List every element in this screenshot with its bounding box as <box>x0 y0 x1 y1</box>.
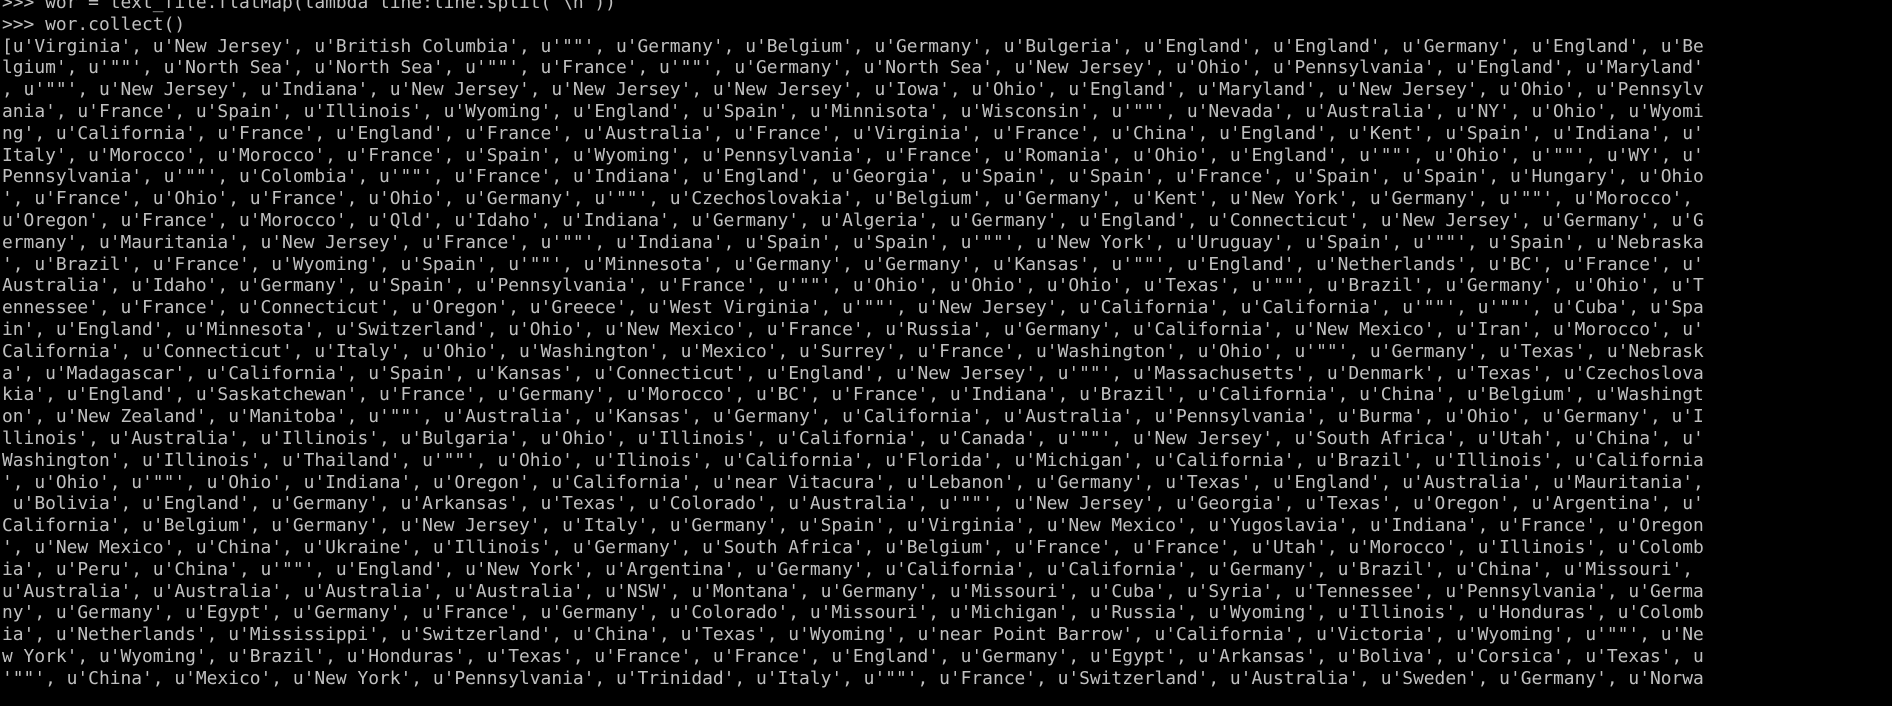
terminal-line: w York', u'Wyoming', u'Brazil', u'Hondur… <box>2 645 1704 667</box>
terminal-line: ', u'Ohio', u'""', u'Ohio', u'Indiana', … <box>2 471 1704 493</box>
terminal-line: California', u'Connecticut', u'Italy', u… <box>2 340 1704 362</box>
terminal-line: u'Oregon', u'France', u'Morocco', u'Qld'… <box>2 209 1704 231</box>
terminal-line: lgium', u'""', u'North Sea', u'North Sea… <box>2 57 1704 79</box>
terminal-line: a', u'Madagascar', u'California', u'Spai… <box>2 362 1704 384</box>
terminal-line: ng', u'California', u'France', u'England… <box>2 122 1704 144</box>
terminal-line: [u'Virginia', u'New Jersey', u'British C… <box>2 35 1704 57</box>
terminal-line: u'Australia', u'Australia', u'Australia'… <box>2 580 1704 602</box>
terminal-line: ny', u'Germany', u'Egypt', u'Germany', u… <box>2 602 1704 624</box>
terminal-line: ermany', u'Mauritania', u'New Jersey', u… <box>2 231 1704 253</box>
terminal-window[interactable]: >>> wor = text_file.flatMap(lambda line:… <box>0 0 1892 698</box>
terminal-line: '""', u'China', u'Mexico', u'New York', … <box>2 667 1704 689</box>
terminal-line: Australia', u'Idaho', u'Germany', u'Spai… <box>2 275 1704 297</box>
terminal-line: ', u'France', u'Ohio', u'France', u'Ohio… <box>2 188 1694 210</box>
terminal-line: ennessee', u'France', u'Connecticut', u'… <box>2 297 1704 319</box>
terminal-line: >>> wor = text_file.flatMap(lambda line:… <box>2 0 616 13</box>
terminal-line: ', u'Brazil', u'France', u'Wyoming', u'S… <box>2 253 1704 275</box>
terminal-line: Italy', u'Morocco', u'Morocco', u'France… <box>2 144 1704 166</box>
terminal-line: ia', u'Netherlands', u'Mississippi', u'S… <box>2 624 1704 646</box>
terminal-line: on', u'New Zealand', u'Manitoba', u'""',… <box>2 406 1704 428</box>
terminal-line: ia', u'Peru', u'China', u'""', u'England… <box>2 558 1694 580</box>
terminal-line: ', u'New Mexico', u'China', u'Ukraine', … <box>2 536 1704 558</box>
terminal-line: Pennsylvania', u'""', u'Colombia', u'""'… <box>2 166 1704 188</box>
terminal-line: California', u'Belgium', u'Germany', u'N… <box>2 515 1704 537</box>
terminal-line: ania', u'France', u'Spain', u'Illinois',… <box>2 100 1704 122</box>
terminal-line: >>> wor.collect() <box>2 13 186 35</box>
terminal-line: llinois', u'Australia', u'Illinois', u'B… <box>2 427 1704 449</box>
terminal-line: kia', u'England', u'Saskatchewan', u'Fra… <box>2 384 1704 406</box>
terminal-line: , u'""', u'New Jersey', u'Indiana', u'Ne… <box>2 79 1704 101</box>
terminal-line: u'Bolivia', u'England', u'Germany', u'Ar… <box>2 493 1704 515</box>
terminal-line: in', u'England', u'Minnesota', u'Switzer… <box>2 318 1704 340</box>
terminal-line: Washington', u'Illinois', u'Thailand', u… <box>2 449 1704 471</box>
